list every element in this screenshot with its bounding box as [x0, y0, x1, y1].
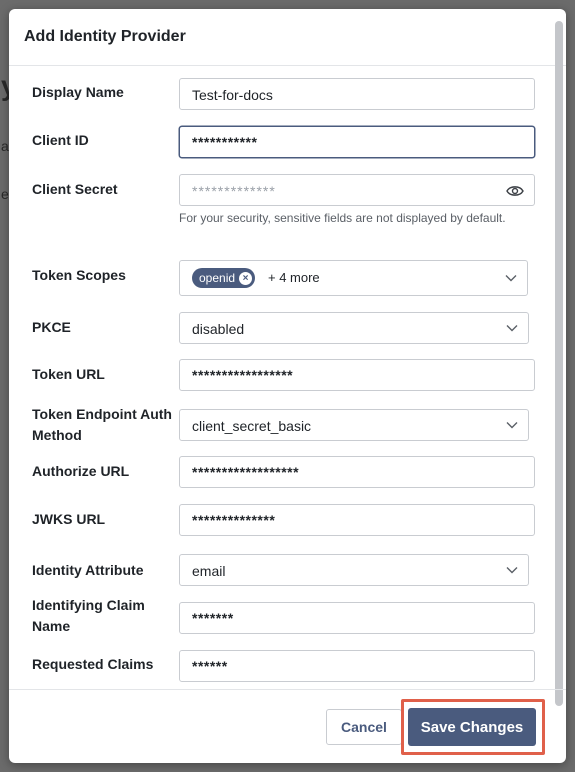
identifying-claim-name-label: Identifying Claim Name — [32, 597, 145, 634]
requested-claims-label: Requested Claims — [32, 656, 154, 672]
dialog-title: Add Identity Provider — [24, 28, 186, 45]
background-fragment: e — [1, 186, 9, 202]
token-endpoint-auth-value: client_secret_basic — [192, 418, 312, 434]
display-name-input[interactable]: Test-for-docs — [179, 78, 535, 110]
token-url-label: Token URL — [32, 366, 105, 382]
save-changes-button[interactable]: Save Changes — [408, 708, 536, 746]
token-url-input[interactable]: ***************** — [179, 359, 535, 391]
display-name-value: Test-for-docs — [192, 87, 273, 103]
client-id-label: Client ID — [32, 132, 89, 148]
pkce-label: PKCE — [32, 319, 71, 335]
identifying-claim-name-input[interactable]: ******* — [179, 602, 535, 634]
client-secret-placeholder: ************* — [192, 183, 276, 199]
identity-provider-dialog: Add Identity Provider Display Name Test-… — [9, 9, 566, 763]
eye-icon[interactable] — [506, 184, 524, 198]
identifying-claim-name-value: ******* — [192, 610, 234, 626]
pkce-select[interactable]: disabled — [179, 312, 529, 344]
scopes-more-count: + 4 more — [268, 270, 320, 285]
chevron-down-icon — [506, 567, 518, 574]
authorize-url-label: Authorize URL — [32, 463, 130, 479]
identity-attribute-value: email — [192, 563, 226, 579]
client-secret-label: Client Secret — [32, 181, 118, 197]
jwks-url-value: ************** — [192, 512, 276, 528]
identity-attribute-select[interactable]: email — [179, 554, 529, 586]
identity-attribute-label: Identity Attribute — [32, 562, 144, 578]
authorize-url-input[interactable]: ****************** — [179, 456, 535, 488]
token-endpoint-auth-select[interactable]: client_secret_basic — [179, 409, 529, 441]
scope-chip: openid × — [192, 268, 256, 288]
background-fragment: a — [1, 138, 9, 154]
cancel-button[interactable]: Cancel — [326, 709, 402, 745]
chevron-down-icon — [505, 275, 517, 282]
token-scopes-select[interactable]: openid × + 4 more — [179, 260, 528, 296]
authorize-url-value: ****************** — [192, 464, 300, 480]
close-circle-icon[interactable]: × — [239, 271, 253, 285]
client-secret-input[interactable]: ************* — [179, 174, 535, 206]
requested-claims-value: ****** — [192, 658, 228, 674]
client-id-input[interactable]: *********** — [179, 126, 535, 158]
jwks-url-label: JWKS URL — [32, 511, 106, 527]
scope-chip-label: openid — [199, 271, 236, 285]
token-scopes-label: Token Scopes — [32, 267, 126, 283]
dialog-scrollbar[interactable] — [555, 21, 563, 706]
pkce-value: disabled — [192, 321, 245, 337]
display-name-label: Display Name — [32, 84, 124, 100]
token-endpoint-auth-label: Token Endpoint Auth Method — [32, 406, 172, 443]
client-secret-help: For your security, sensitive fields are … — [179, 211, 506, 225]
chevron-down-icon — [506, 325, 518, 332]
jwks-url-input[interactable]: ************** — [179, 504, 535, 536]
chevron-down-icon — [506, 422, 518, 429]
token-url-value: ***************** — [192, 367, 294, 383]
dialog-header: Add Identity Provider — [9, 9, 566, 66]
client-id-value: *********** — [192, 134, 258, 150]
requested-claims-input[interactable]: ****** — [179, 650, 535, 682]
